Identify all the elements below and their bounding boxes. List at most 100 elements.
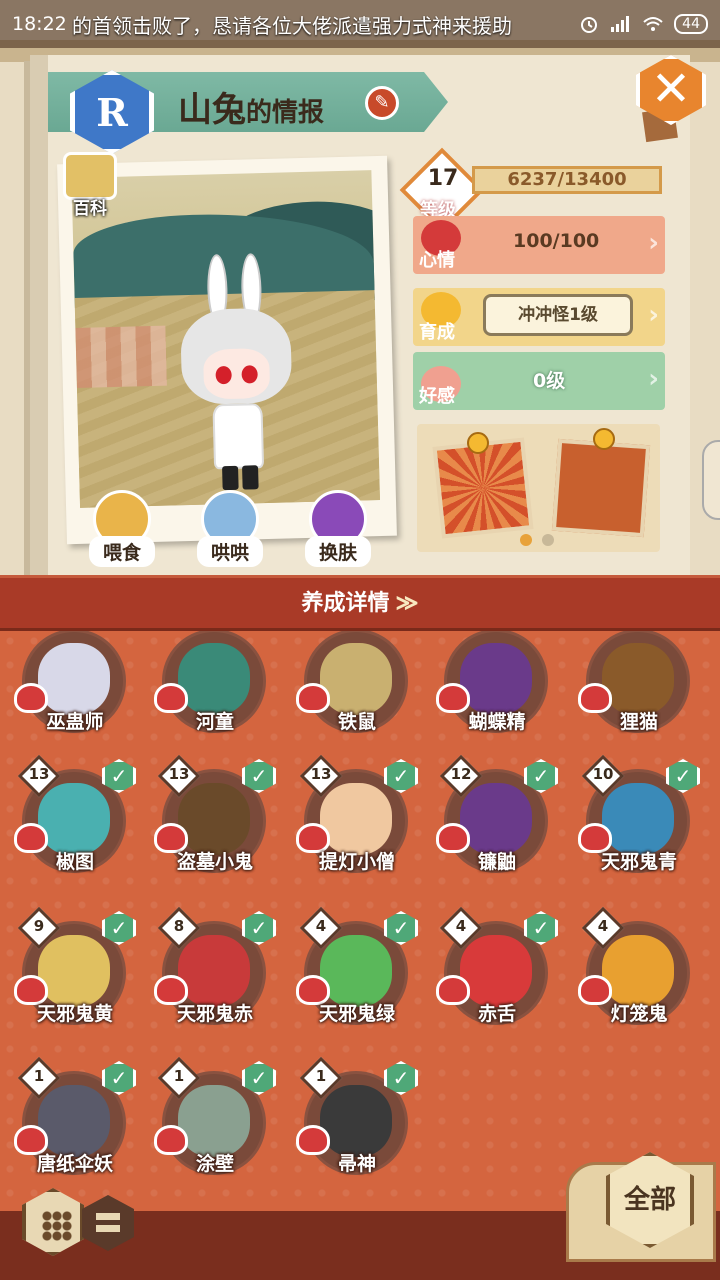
shikigami-card[interactable]: 13 ✓ 提灯小僧 [292,754,422,891]
shikigami-name: 涂壁 [195,1153,234,1175]
shikigami-name: 灯笼鬼 [610,1003,668,1025]
chevron-right-icon: › [648,364,659,394]
shikigami-portrait [178,783,250,855]
shikigami-name: 赤舌 [477,1003,516,1025]
growth-label: 育成 [419,322,455,343]
shikigami-portrait [460,935,532,1007]
feed-label: 喂食 [89,536,155,567]
signal-icon [611,16,630,32]
side-handle[interactable] [702,440,720,520]
detail-label: 养成详情 [301,590,390,616]
grid-icon [42,1211,72,1241]
shikigami-card[interactable]: 9 ✓ 天邪鬼黄 [10,906,140,1043]
shikigami-name: 镰鼬 [477,851,516,873]
level-text: 1 [33,1067,45,1085]
shikigami-card[interactable]: 1 ✓ 唐纸伞妖 [10,1056,140,1193]
shikigami-card[interactable]: 狸猫 [574,631,704,751]
wiki-label: 百科 [73,199,107,219]
shikigami-card[interactable]: 4 灯笼鬼 [574,906,704,1043]
shikigami-portrait [38,935,110,1007]
page-title: 山兔的情报 [178,82,324,131]
list-icon [96,1213,120,1233]
shikigami-portrait [320,643,392,715]
page-dot-active [520,534,532,546]
shikigami-portrait [460,643,532,715]
shikigami-name: 蝴蝶精 [468,711,526,733]
edit-icon[interactable]: ✎ [365,86,399,120]
growth-row[interactable]: 育成 冲冲怪1级 › [413,288,665,346]
shikigami-name: 提灯小僧 [318,851,395,873]
battery-indicator: 44 [674,14,708,34]
skin-label: 换肤 [305,536,371,567]
mood-label: 心情 [419,250,455,271]
status-icons: 44 [578,14,708,34]
scene-pattern [75,325,167,388]
shikigami-name: 狸猫 [619,711,658,733]
shikigami-portrait [38,783,110,855]
shikigami-name: 天邪鬼青 [600,851,677,873]
shikigami-portrait [320,935,392,1007]
shikigami-name: 天邪鬼黄 [36,1003,113,1025]
shikigami-card[interactable]: 13 ✓ 椒图 [10,754,140,891]
wifi-icon [643,17,663,31]
shikigami-card[interactable]: 4 ✓ 天邪鬼绿 [292,906,422,1043]
shikigami-name: 天邪鬼赤 [176,1003,253,1025]
level-text: 13 [168,765,190,783]
smile-icon [467,432,489,454]
shikigami-card[interactable]: 巫蛊师 [10,631,140,751]
growth-value: 冲冲怪1级 [483,294,633,336]
shikigami-card[interactable]: 铁鼠 [292,631,422,751]
double-chevron-down-icon: ≫ [395,590,419,616]
leg [222,465,239,491]
shikigami-card[interactable]: 河童 [150,631,280,751]
detail-toggle-bar[interactable]: 养成详情 ≫ [0,575,720,631]
level-text: 9 [33,917,45,935]
reward-card-2[interactable] [551,438,651,538]
shikigami-card[interactable]: 8 ✓ 天邪鬼赤 [150,906,280,1043]
coax-label: 哄哄 [197,536,263,567]
smile-icon [593,428,615,450]
shikigami-card[interactable]: 12 ✓ 镰鼬 [432,754,562,891]
skin-button[interactable]: 换肤 [298,490,378,567]
reward-panel [417,424,660,552]
face [202,347,271,400]
book-icon [63,152,117,200]
shikigami-card[interactable]: 蝴蝶精 [432,631,562,751]
level-text: 10 [592,765,614,783]
shikigami-portrait [38,643,110,715]
shikigami-card[interactable]: 1 ✓ 帚神 [292,1056,422,1193]
shikigami-portrait [38,1085,110,1157]
favor-value: 0级 [533,370,566,392]
shikigami-name: 唐纸伞妖 [36,1153,113,1175]
wiki-button[interactable]: 百科 [58,152,122,224]
level-text: 1 [315,1067,327,1085]
shikigami-name: 天邪鬼绿 [318,1003,395,1025]
mood-value: 100/100 [513,230,600,252]
shikigami-portrait [602,935,674,1007]
status-time: 18:22 [12,13,67,35]
shikigami-name: 巫蛊师 [46,711,104,733]
shikigami-portrait [178,1085,250,1157]
favor-row[interactable]: 好感 0级 › [413,352,665,410]
leg [242,465,259,490]
shikigami-card[interactable]: 13 ✓ 盗墓小鬼 [150,754,280,891]
shikigami-card[interactable]: 4 ✓ 赤舌 [432,906,562,1043]
chevron-right-icon: › [648,300,659,330]
level-text: 4 [597,917,609,935]
yamausagi-character[interactable] [179,252,295,495]
feed-button[interactable]: 喂食 [82,490,162,567]
level-text: 12 [450,765,472,783]
shikigami-card[interactable]: 10 ✓ 天邪鬼青 [574,754,704,891]
shikigami-name: 河童 [195,711,234,733]
shikigami-portrait [602,783,674,855]
shikigami-portrait [178,643,250,715]
level-text: 4 [315,917,327,935]
level-text: 13 [28,765,50,783]
body [212,403,265,470]
mood-row[interactable]: 心情 100/100 › [413,216,665,274]
shikigami-portrait [460,783,532,855]
shikigami-portrait [602,643,674,715]
page-dots [520,534,554,546]
shikigami-card[interactable]: 1 ✓ 涂壁 [150,1056,280,1193]
coax-button[interactable]: 哄哄 [190,490,270,567]
